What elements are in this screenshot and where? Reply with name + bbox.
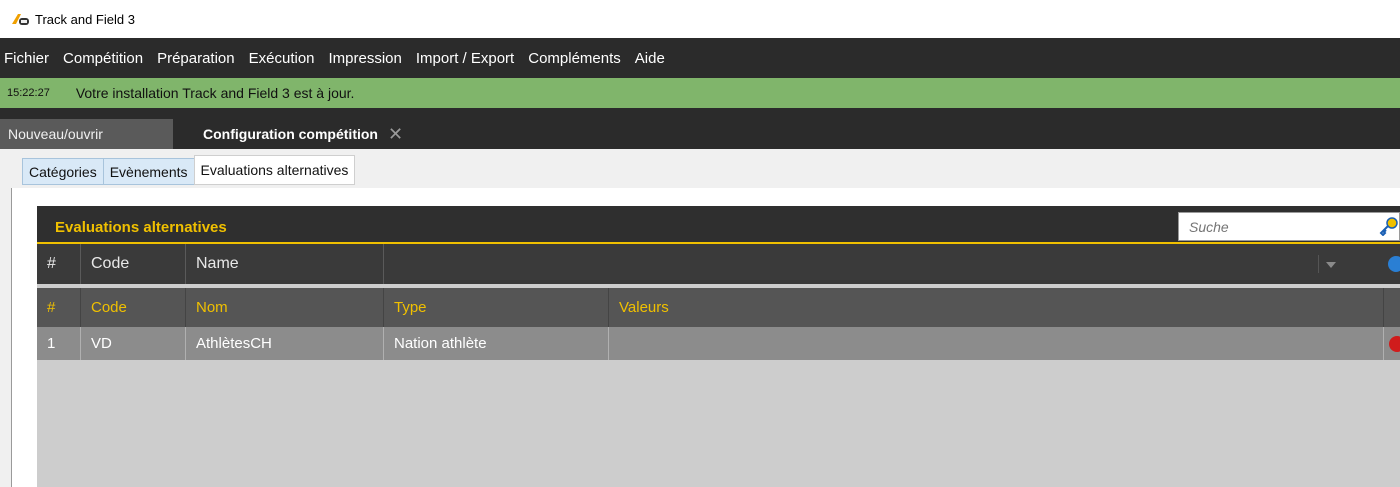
menu-complements[interactable]: Compléments: [521, 50, 628, 67]
filter-code[interactable]: Code: [81, 244, 186, 284]
col-code[interactable]: Code: [81, 288, 186, 327]
menu-execution[interactable]: Exécution: [242, 50, 322, 67]
key-icon[interactable]: [1379, 216, 1399, 237]
menu-preparation[interactable]: Préparation: [150, 50, 242, 67]
tab-nouveau-ouvrir[interactable]: Nouveau/ouvrir: [0, 119, 173, 149]
col-nom[interactable]: Nom: [186, 288, 384, 327]
subtab-evenements[interactable]: Evènements: [102, 158, 195, 185]
filter-name[interactable]: Name: [186, 244, 384, 284]
menu-bar: Fichier Compétition Préparation Exécutio…: [0, 38, 1400, 78]
col-type[interactable]: Type: [384, 288, 609, 327]
cell-num: 1: [37, 327, 81, 360]
menu-fichier[interactable]: Fichier: [0, 50, 56, 67]
cell-code: VD: [81, 327, 186, 360]
menu-aide[interactable]: Aide: [628, 50, 672, 67]
window-title: Track and Field 3: [35, 11, 135, 27]
close-icon[interactable]: ✕: [388, 124, 403, 145]
chevron-down-icon[interactable]: [1318, 255, 1341, 273]
evaluations-grid: Evaluations alternatives # Code Name # C…: [37, 206, 1400, 487]
column-headers: # Code Nom Type Valeurs: [37, 288, 1400, 327]
table-row[interactable]: 1 VD AthlètesCH Nation athlète: [37, 327, 1400, 360]
sub-tabs: Catégories Evènements Evaluations altern…: [22, 155, 356, 185]
document-tabs: Nouveau/ouvrir Configuration compétition…: [0, 108, 1400, 149]
tab-label: Nouveau/ouvrir: [8, 126, 103, 142]
status-time: 15:22:27: [7, 87, 50, 99]
cell-valeurs: [609, 327, 1384, 360]
status-bar: 15:22:27 Votre installation Track and Fi…: [0, 78, 1400, 108]
window-titlebar: Track and Field 3: [0, 0, 1400, 38]
delete-icon[interactable]: [1389, 336, 1400, 352]
cell-nom: AthlètesCH: [186, 327, 384, 360]
filter-type-select[interactable]: [384, 244, 1342, 284]
status-message: Votre installation Track and Field 3 est…: [75, 85, 355, 101]
grid-title: Evaluations alternatives: [55, 219, 227, 236]
cell-type: Nation athlète: [384, 327, 609, 360]
tab-label: Configuration compétition: [203, 126, 378, 142]
grid-header: Evaluations alternatives: [37, 206, 1400, 244]
menu-impression[interactable]: Impression: [322, 50, 409, 67]
search-box: [1178, 212, 1400, 241]
menu-import-export[interactable]: Import / Export: [409, 50, 521, 67]
filter-hash: #: [37, 244, 81, 284]
tab-configuration-competition[interactable]: Configuration compétition ✕: [186, 119, 414, 149]
menu-competition[interactable]: Compétition: [56, 50, 150, 67]
col-valeurs[interactable]: Valeurs: [609, 288, 1384, 327]
subtab-categories[interactable]: Catégories: [22, 158, 104, 185]
search-input[interactable]: [1187, 213, 1371, 240]
filter-row: # Code Name: [37, 244, 1400, 284]
subtab-evaluations-alternatives[interactable]: Evaluations alternatives: [193, 155, 356, 185]
app-logo-icon: [12, 12, 30, 26]
col-hash[interactable]: #: [37, 288, 81, 327]
add-icon[interactable]: [1388, 256, 1400, 272]
